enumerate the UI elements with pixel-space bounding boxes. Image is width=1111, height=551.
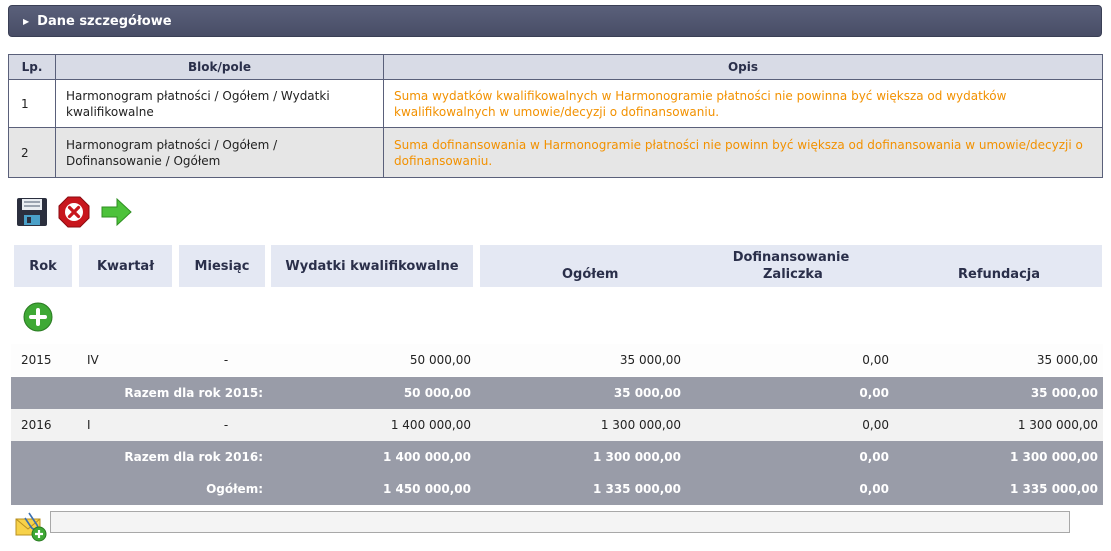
sum-zaliczka: 0,00 — [859, 386, 889, 400]
cell-kwartal: I — [87, 418, 91, 432]
dofinansowanie-title: Dofinansowanie — [732, 250, 850, 265]
total-label: Ogółem: — [206, 482, 263, 496]
row-blok: Harmonogram płatności / Ogółem / Dofinan… — [55, 127, 384, 178]
expand-triangle-icon: ▶ — [23, 16, 30, 26]
cell-rok: 2015 — [21, 353, 52, 367]
sum-ogolem: 1 300 000,00 — [592, 450, 681, 464]
col-header-kwartal: Kwartał — [79, 245, 172, 287]
validation-table: Lp. Blok/pole Opis 1 Harmonogram płatnoś… — [8, 54, 1103, 178]
sum-label: Razem dla rok 2015: — [124, 386, 263, 400]
section-title: Dane szczegółowe — [37, 13, 172, 29]
toolbar — [16, 195, 132, 229]
schedule-row-2016[interactable]: 2016 I - 1 400 000,00 1 300 000,00 0,00 … — [11, 409, 1103, 441]
sum-zaliczka: 0,00 — [859, 450, 889, 464]
total-ogolem: 1 335 000,00 — [592, 482, 681, 496]
cancel-icon[interactable] — [58, 196, 90, 228]
sum-row-2015: Razem dla rok 2015: 50 000,00 35 000,00 … — [11, 377, 1103, 409]
row-opis: Suma dofinansowania w Harmonogramie płat… — [383, 127, 1103, 178]
sum-ogolem: 35 000,00 — [613, 386, 681, 400]
row-blok: Harmonogram płatności / Ogółem / Wydatki… — [55, 79, 384, 128]
sum-wydatki: 50 000,00 — [403, 386, 471, 400]
cell-refundacja: 1 300 000,00 — [1017, 418, 1098, 432]
cell-wydatki: 50 000,00 — [409, 353, 471, 367]
col-header-rok: Rok — [14, 245, 72, 287]
section-header-dane-szczegolowe[interactable]: ▶ Dane szczegółowe — [8, 5, 1102, 37]
sum-row-2016: Razem dla rok 2016: 1 400 000,00 1 300 0… — [11, 441, 1103, 473]
row-lp: 2 — [8, 127, 56, 178]
comment-field[interactable] — [50, 511, 1070, 533]
col-header-wydatki: Wydatki kwalifikowalne — [271, 245, 473, 287]
total-wydatki: 1 450 000,00 — [382, 482, 471, 496]
cell-miesiac: - — [223, 418, 229, 432]
cell-miesiac: - — [223, 353, 229, 367]
sum-wydatki: 1 400 000,00 — [382, 450, 471, 464]
col-header-zaliczka: Zaliczka — [763, 267, 823, 282]
sum-refundacja: 1 300 000,00 — [1009, 450, 1098, 464]
col-header-ogolem: Ogółem — [562, 267, 619, 282]
next-arrow-icon[interactable] — [100, 196, 132, 228]
col-header-lp: Lp. — [8, 54, 56, 80]
col-header-refundacja: Refundacja — [958, 267, 1041, 282]
table-row: 1 Harmonogram płatności / Ogółem / Wydat… — [8, 79, 1103, 128]
cell-refundacja: 35 000,00 — [1036, 353, 1098, 367]
col-header-blok: Blok/pole — [55, 54, 384, 80]
col-header-dofinansowanie: Dofinansowanie Ogółem Zaliczka Refundacj… — [480, 245, 1102, 287]
sum-label: Razem dla rok 2016: — [124, 450, 263, 464]
col-header-opis: Opis — [383, 54, 1103, 80]
cell-zaliczka: 0,00 — [862, 418, 889, 432]
cell-rok: 2016 — [21, 418, 52, 432]
cell-kwartal: IV — [87, 353, 99, 367]
col-header-miesiac: Miesiąc — [179, 245, 265, 287]
total-refundacja: 1 335 000,00 — [1009, 482, 1098, 496]
sum-refundacja: 35 000,00 — [1030, 386, 1098, 400]
add-row-icon[interactable] — [23, 302, 53, 332]
cell-zaliczka: 0,00 — [862, 353, 889, 367]
attach-comment-icon[interactable] — [15, 510, 47, 542]
schedule-row-2015[interactable]: 2015 IV - 50 000,00 35 000,00 0,00 35 00… — [11, 344, 1103, 376]
save-icon[interactable] — [16, 196, 48, 228]
row-lp: 1 — [8, 79, 56, 128]
row-opis: Suma wydatków kwalifikowalnych w Harmono… — [383, 79, 1103, 128]
total-row: Ogółem: 1 450 000,00 1 335 000,00 0,00 1… — [11, 473, 1103, 505]
cell-ogolem: 35 000,00 — [619, 353, 681, 367]
table-row: 2 Harmonogram płatności / Ogółem / Dofin… — [8, 127, 1103, 178]
cell-wydatki: 1 400 000,00 — [390, 418, 471, 432]
total-zaliczka: 0,00 — [859, 482, 889, 496]
cell-ogolem: 1 300 000,00 — [600, 418, 681, 432]
